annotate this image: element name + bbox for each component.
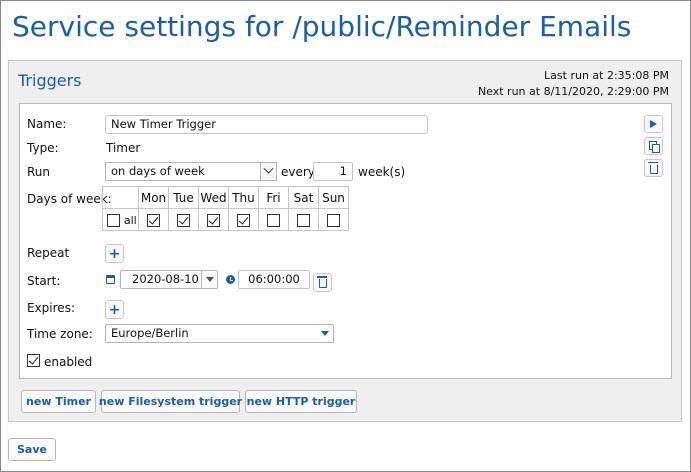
run-select[interactable]: on days of week — [105, 162, 277, 181]
plus-icon: + — [108, 245, 121, 262]
clear-start-button[interactable] — [313, 273, 332, 292]
all-days-checkbox[interactable] — [107, 213, 120, 227]
enabled-label: enabled — [44, 355, 93, 369]
day-header: Wed — [198, 186, 229, 209]
type-value: Timer — [106, 141, 141, 155]
day-checkbox-thu[interactable] — [237, 213, 250, 227]
timezone-value: Europe/Berlin — [111, 326, 189, 340]
add-expires-button[interactable]: + — [105, 300, 124, 319]
start-date-input[interactable]: 2020-08-10 — [120, 270, 218, 289]
run-trigger-button[interactable] — [644, 115, 663, 133]
run-label: Run — [27, 165, 51, 179]
day-checkbox-tue[interactable] — [177, 213, 190, 227]
day-header: Fri — [258, 186, 289, 209]
every-input[interactable]: 1 — [313, 162, 353, 181]
trash-icon — [648, 161, 658, 174]
clock-icon — [226, 275, 235, 284]
name-label: Name: — [27, 117, 67, 131]
day-checkbox-sat[interactable] — [297, 213, 310, 227]
day-header: Sun — [318, 186, 349, 209]
expires-label: Expires: — [27, 301, 75, 315]
delete-trigger-button[interactable] — [644, 159, 663, 177]
next-run-text: Next run at 8/11/2020, 2:29:00 PM — [477, 85, 669, 98]
repeat-label: Repeat — [27, 246, 70, 260]
start-label: Start: — [27, 274, 61, 288]
every-unit: week(s) — [358, 165, 406, 179]
save-button[interactable]: Save — [8, 438, 56, 461]
days-of-week-label: Days of week: — [27, 192, 112, 206]
start-time-input[interactable]: 06:00:00 — [238, 270, 310, 289]
day-checkbox-mon[interactable] — [147, 213, 160, 227]
caret-down-icon — [317, 325, 333, 342]
copy-icon — [648, 141, 660, 153]
copy-trigger-button[interactable] — [644, 137, 663, 155]
run-select-value: on days of week — [111, 164, 205, 178]
triggers-panel: Triggers Last run at 2:35:08 PM Next run… — [8, 60, 682, 422]
all-days-label: all — [123, 213, 137, 227]
add-repeat-button[interactable]: + — [105, 244, 124, 263]
timezone-select[interactable]: Europe/Berlin — [105, 324, 334, 343]
day-header: Mon — [138, 186, 169, 209]
calendar-icon — [106, 275, 115, 284]
caret-down-icon — [201, 271, 217, 288]
day-checkbox-wed[interactable] — [207, 213, 220, 227]
enabled-checkbox[interactable] — [27, 354, 40, 367]
page-title: Service settings for /public/Reminder Em… — [12, 10, 632, 43]
last-run-text: Last run at 2:35:08 PM — [544, 69, 669, 82]
day-header: Tue — [168, 186, 199, 209]
day-header: Thu — [228, 186, 259, 209]
day-header: Sat — [288, 186, 319, 209]
day-checkbox-fri[interactable] — [267, 213, 280, 227]
days-of-week-table: Mon Tue Wed Thu Fri Sat Sun all — [102, 186, 349, 231]
new-timer-button[interactable]: new Timer — [21, 390, 96, 413]
name-input[interactable]: New Timer Trigger — [105, 115, 428, 134]
start-date-value: 2020-08-10 — [132, 272, 199, 286]
triggers-title: Triggers — [18, 71, 82, 90]
every-label: every — [281, 165, 315, 179]
timer-trigger-box: Name: New Timer Trigger Type: Timer Run … — [19, 103, 672, 379]
new-filesystem-trigger-button[interactable]: new Filesystem trigger — [99, 390, 242, 413]
trash-icon — [317, 276, 327, 288]
run-info: Last run at 2:35:08 PM Next run at 8/11/… — [478, 68, 669, 100]
chevron-down-icon — [260, 163, 276, 180]
all-days-cell: all — [102, 208, 139, 231]
day-checkbox-sun[interactable] — [327, 213, 340, 227]
type-label: Type: — [27, 141, 59, 155]
plus-icon: + — [108, 301, 121, 318]
play-icon — [650, 120, 657, 128]
timezone-label: Time zone: — [27, 327, 93, 341]
new-http-trigger-button[interactable]: new HTTP trigger — [245, 390, 357, 413]
